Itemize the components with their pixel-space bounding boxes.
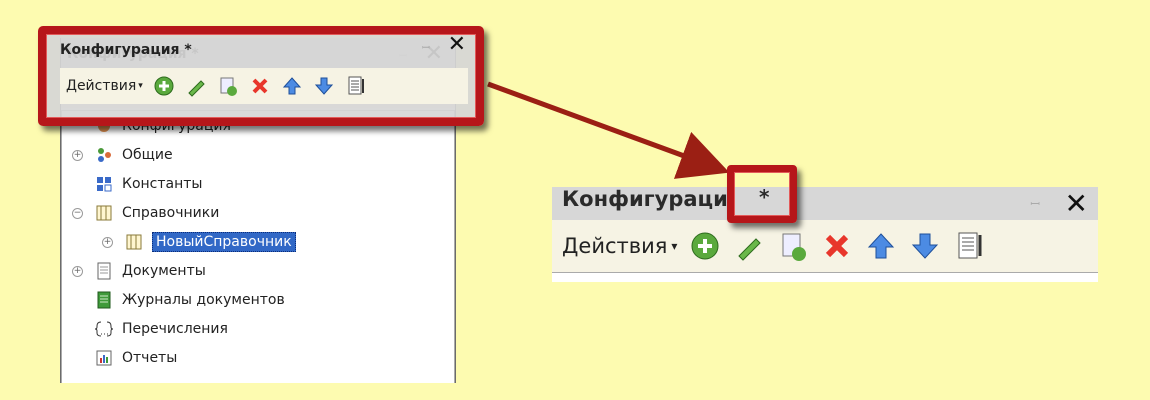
add-icon[interactable]	[153, 75, 175, 97]
move-down-icon[interactable]	[909, 230, 941, 262]
pin-icon[interactable]: ꟷ	[1030, 195, 1040, 212]
tree-item-new-catalog[interactable]: + НовыйСправочник	[102, 231, 296, 253]
tree-item-common[interactable]: + Общие	[72, 144, 173, 166]
tree-item-label: НовыйСправочник	[152, 232, 296, 252]
tree-item-label: Перечисления	[122, 321, 228, 337]
actions-menu[interactable]: Действия ▾	[66, 78, 143, 94]
delete-icon[interactable]	[821, 230, 853, 262]
close-icon[interactable]: ✕	[448, 32, 466, 57]
tree-item-label: Справочники	[122, 205, 220, 221]
report-icon	[95, 349, 113, 367]
tree-item-label: Константы	[122, 176, 203, 192]
move-up-icon[interactable]	[865, 230, 897, 262]
tree-item-label: Документы	[122, 263, 206, 279]
expand-icon[interactable]: +	[102, 236, 113, 248]
copy-icon[interactable]	[777, 230, 809, 262]
highlight-frame-toolbar: Конфигурация * ꟷ ✕ Действия ▾	[38, 26, 484, 126]
tree-item-documents[interactable]: + Документы	[72, 260, 206, 282]
move-down-icon[interactable]	[313, 75, 335, 97]
zoomed-tree-edge	[552, 272, 1098, 282]
tree-item-catalogs[interactable]: − Справочники	[72, 202, 219, 224]
add-icon[interactable]	[689, 230, 721, 262]
edit-icon[interactable]	[185, 75, 207, 97]
list-icon[interactable]	[953, 230, 985, 262]
collapse-icon[interactable]: −	[72, 207, 83, 219]
actions-label: Действия	[66, 78, 137, 94]
chevron-down-icon: ▾	[138, 81, 143, 91]
configuration-tree: Конфигурация + Общие Константы − Справоч…	[61, 110, 455, 383]
catalog-icon	[95, 204, 113, 222]
tree-item-enums[interactable]: Перечисления	[72, 318, 228, 340]
actions-menu[interactable]: Действия ▾	[562, 234, 677, 258]
tree-item-constants[interactable]: Константы	[72, 173, 202, 195]
toolbar-highlighted: Действия ▾	[60, 68, 468, 104]
close-icon[interactable]: ✕	[1065, 187, 1088, 220]
journal-icon	[95, 291, 113, 309]
catalog-icon	[125, 233, 143, 251]
tree-item-label: Отчеты	[122, 350, 178, 366]
chevron-down-icon: ▾	[671, 239, 678, 253]
zoomed-panel-title: Конфигураци	[562, 187, 728, 211]
constants-icon	[95, 175, 113, 193]
list-icon[interactable]	[345, 75, 367, 97]
actions-label: Действия	[562, 234, 668, 258]
tree-item-journals[interactable]: Журналы документов	[72, 289, 285, 311]
enum-icon	[95, 320, 113, 338]
tree-item-reports[interactable]: Отчеты	[72, 347, 177, 369]
delete-icon[interactable]	[249, 75, 271, 97]
zoomed-panel: Конфигураци ꟷ ✕ Действия ▾	[552, 187, 1098, 282]
copy-icon[interactable]	[217, 75, 239, 97]
tree-item-label: Журналы документов	[122, 292, 285, 308]
tree-item-label: Общие	[122, 147, 173, 163]
zoomed-titlebar: Конфигураци ꟷ ✕	[552, 187, 1098, 220]
pin-icon[interactable]: ꟷ	[422, 40, 430, 54]
move-up-icon[interactable]	[281, 75, 303, 97]
document-icon	[95, 262, 113, 280]
common-icon	[95, 146, 113, 164]
modified-asterisk: *	[759, 185, 770, 209]
expand-icon[interactable]: +	[72, 149, 83, 161]
edit-icon[interactable]	[733, 230, 765, 262]
zoomed-toolbar: Действия ▾	[552, 220, 1098, 272]
panel-title-highlighted: Конфигурация *	[60, 42, 192, 58]
expand-icon[interactable]: +	[72, 265, 83, 277]
